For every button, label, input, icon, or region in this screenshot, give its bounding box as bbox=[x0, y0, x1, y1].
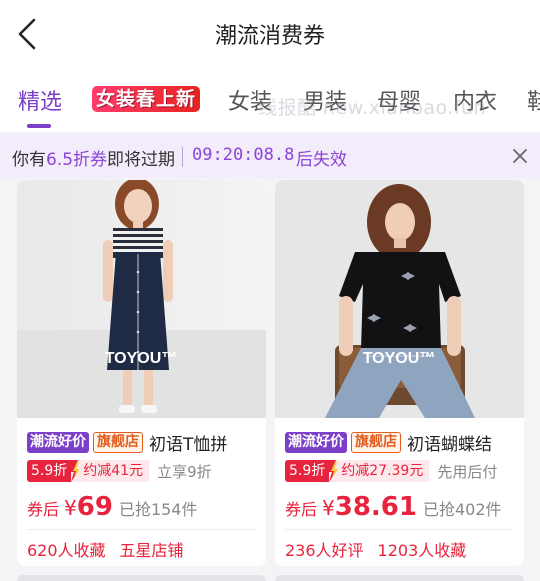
brand-logo: TOYOU™ bbox=[105, 350, 178, 367]
trend-badge: 潮流好价 bbox=[27, 432, 89, 453]
extra-offer: 立享9折 bbox=[157, 462, 212, 481]
meta-favorites: 620人收藏 bbox=[27, 541, 106, 560]
price: 69 bbox=[76, 492, 113, 522]
meta-favorites: 1203人收藏 bbox=[377, 541, 467, 560]
price-label: 券后 bbox=[285, 500, 318, 519]
promo-row: 5.9折 约减27.39元 先用后付 bbox=[285, 460, 497, 482]
close-button[interactable] bbox=[510, 146, 530, 166]
tab-womens-spring[interactable]: 女装春上新 bbox=[92, 86, 201, 112]
coupon-expiry-banner: 你有6.5折券即将过期 09:20:08.8 后失效 bbox=[0, 134, 540, 178]
page-title: 潮流消费券 bbox=[214, 24, 325, 49]
category-tabs: 精选 女装 男装 母婴 内衣 鞋 bbox=[0, 70, 540, 132]
price: 38.61 bbox=[334, 492, 417, 522]
trend-badge: 潮流好价 bbox=[285, 432, 347, 453]
price-label: 券后 bbox=[27, 500, 60, 519]
tab-mens[interactable]: 男装 bbox=[303, 84, 347, 116]
extra-offer: 先用后付 bbox=[437, 462, 498, 481]
notice-divider bbox=[182, 147, 183, 167]
tab-featured[interactable]: 精选 bbox=[18, 84, 62, 116]
countdown-timer: 09:20:08.8 bbox=[192, 145, 295, 165]
notice-suffix: 即将过期 bbox=[107, 150, 176, 170]
meta-row: 620人收藏 五星店铺 bbox=[27, 537, 184, 561]
sold-count: 已抢154件 bbox=[118, 500, 198, 519]
product-card[interactable]: TOYOU™ 潮流好价 旗舰店 初语蝴蝶结 5.9折 约减27.39元 先用后付 券后 ¥… bbox=[275, 180, 524, 566]
promo-row: 5.9折 约减41元 立享9折 bbox=[27, 460, 212, 482]
card-divider bbox=[27, 529, 256, 530]
notice-coupon: 6.5折券 bbox=[46, 150, 108, 170]
currency-symbol: ¥ bbox=[322, 496, 335, 520]
tab-underwear[interactable]: 内衣 bbox=[453, 84, 497, 116]
notice-prefix: 你有 bbox=[12, 150, 46, 170]
product-title: 初语蝴蝶结 bbox=[407, 435, 492, 455]
product-title: 初语T恤拼 bbox=[149, 435, 228, 455]
close-icon bbox=[513, 149, 527, 163]
meta-row: 236人好评 1203人收藏 bbox=[285, 537, 466, 561]
badge-row: 潮流好价 旗舰店 初语T恤拼 bbox=[27, 430, 228, 455]
savings-tag: 约减27.39元 bbox=[337, 460, 430, 482]
product-card[interactable]: TOYOU™ 潮流好价 旗舰店 初语T恤拼 5.9折 约减41元 立享9折 券后 ¥69 已… bbox=[17, 180, 266, 566]
notice-message: 你有6.5折券即将过期 bbox=[12, 145, 175, 170]
price-row: 券后 ¥38.61 已抢402件 bbox=[285, 492, 502, 524]
top-bar: 潮流消费券 bbox=[0, 0, 540, 70]
tab-shoes[interactable]: 鞋 bbox=[527, 84, 540, 116]
tab-womens[interactable]: 女装 bbox=[228, 84, 272, 116]
next-product-card-peek bbox=[17, 575, 266, 581]
card-divider bbox=[285, 529, 514, 530]
price-row: 券后 ¥69 已抢154件 bbox=[27, 492, 197, 524]
discount-tag: 5.9折 bbox=[27, 460, 74, 482]
discount-tag: 5.9折 bbox=[285, 460, 332, 482]
badge-row: 潮流好价 旗舰店 初语蝴蝶结 bbox=[285, 430, 492, 455]
active-tab-indicator bbox=[27, 124, 51, 128]
meta-reviews: 236人好评 bbox=[285, 541, 364, 560]
brand-logo: TOYOU™ bbox=[363, 350, 436, 367]
savings-tag: 约减41元 bbox=[79, 460, 150, 482]
product-image: TOYOU™ bbox=[17, 180, 266, 418]
countdown-suffix: 后失效 bbox=[296, 150, 347, 170]
flagship-badge: 旗舰店 bbox=[93, 432, 143, 453]
currency-symbol: ¥ bbox=[64, 496, 77, 520]
flagship-badge: 旗舰店 bbox=[351, 432, 401, 453]
sold-count: 已抢402件 bbox=[423, 500, 502, 519]
product-image: TOYOU™ bbox=[275, 180, 524, 418]
tab-baby[interactable]: 母婴 bbox=[377, 84, 421, 116]
next-product-card-peek bbox=[275, 575, 524, 581]
meta-store-rating: 五星店铺 bbox=[119, 541, 184, 560]
